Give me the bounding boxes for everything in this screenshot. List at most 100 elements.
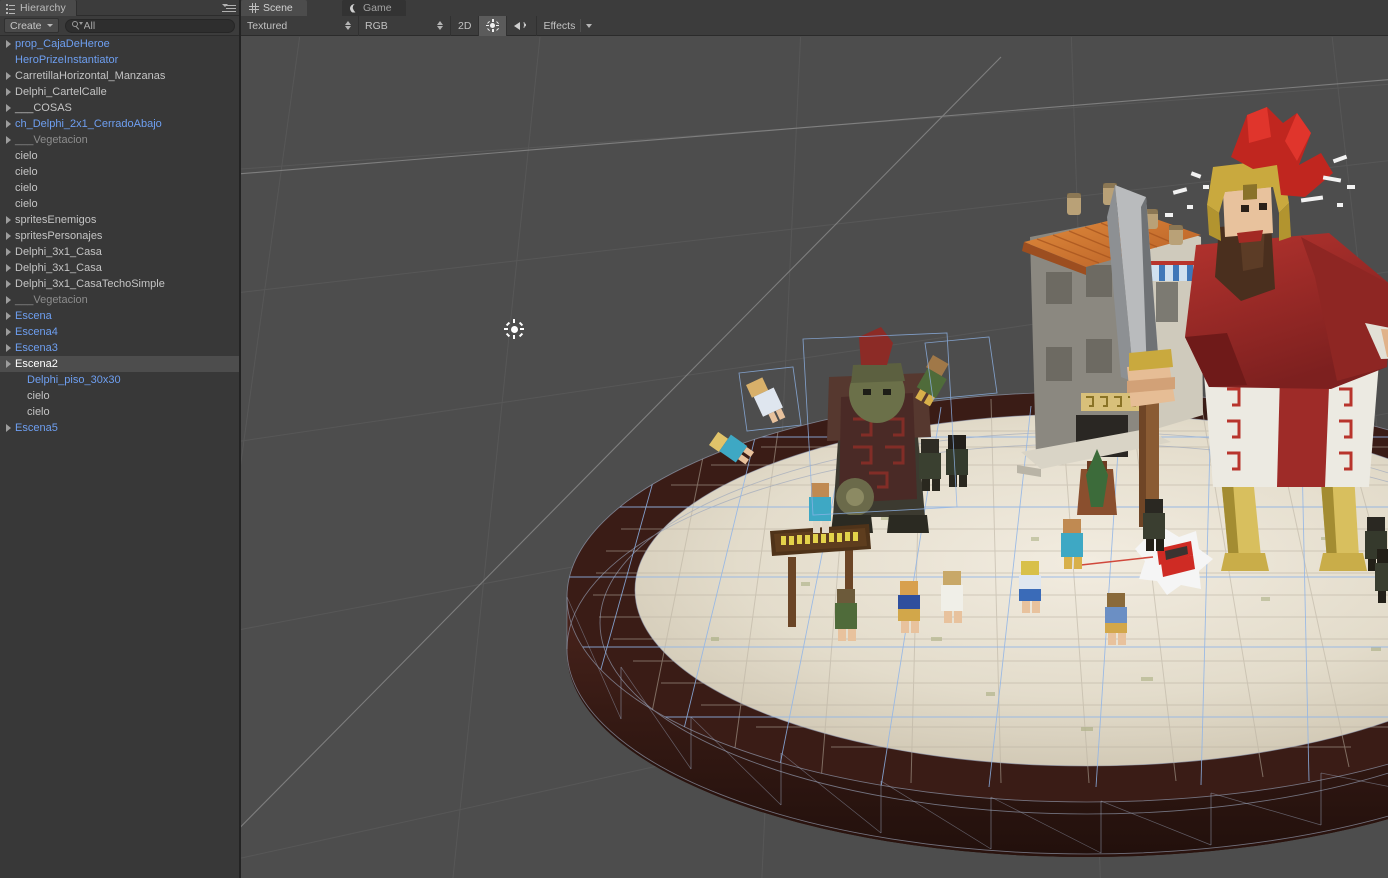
expand-arrow-icon[interactable] xyxy=(2,136,15,144)
hierarchy-item-label: Delphi_3x1_Casa xyxy=(15,246,102,258)
scene-canvas[interactable] xyxy=(241,37,1388,878)
expand-arrow-icon[interactable] xyxy=(2,248,15,256)
hierarchy-toolbar: Create xyxy=(0,16,239,36)
hierarchy-item-label: cielo xyxy=(15,198,38,210)
hierarchy-item[interactable]: cielo xyxy=(0,164,239,180)
character-sprite xyxy=(1143,499,1165,551)
hierarchy-item[interactable]: cielo xyxy=(0,388,239,404)
tab-scene[interactable]: Scene xyxy=(241,0,307,16)
scene-view-toolbar: Textured RGB 2D Effects xyxy=(241,15,1388,36)
hierarchy-item[interactable]: cielo xyxy=(0,180,239,196)
hierarchy-item-label: cielo xyxy=(27,390,50,402)
hierarchy-item-label: ch_Delphi_2x1_CerradoAbajo xyxy=(15,118,162,130)
expand-arrow-icon[interactable] xyxy=(2,232,15,240)
toolbar-divider xyxy=(580,19,582,32)
hierarchy-item[interactable]: Escena3 xyxy=(0,340,239,356)
expand-arrow-icon[interactable] xyxy=(2,88,15,96)
expand-arrow-icon[interactable] xyxy=(2,344,15,352)
hierarchy-item[interactable]: cielo xyxy=(0,404,239,420)
hierarchy-item[interactable]: spritesPersonajes xyxy=(0,228,239,244)
toggle-audio-button[interactable] xyxy=(507,15,538,36)
character-sprite xyxy=(919,439,941,491)
sun-icon xyxy=(486,19,500,32)
hierarchy-item[interactable]: prop_CajaDeHeroe xyxy=(0,36,239,52)
toggle-2d-button[interactable]: 2D xyxy=(451,15,480,36)
create-button-label: Create xyxy=(10,19,42,32)
hierarchy-item[interactable]: Delphi_CartelCalle xyxy=(0,84,239,100)
hierarchy-item[interactable]: ch_Delphi_2x1_CerradoAbajo xyxy=(0,116,239,132)
expand-arrow-icon[interactable] xyxy=(2,424,15,432)
color-mode-dropdown[interactable]: RGB xyxy=(359,15,451,36)
hierarchy-item[interactable]: ___Vegetacion xyxy=(0,292,239,308)
hierarchy-item[interactable]: Delphi_3x1_Casa xyxy=(0,260,239,276)
expand-arrow-icon[interactable] xyxy=(2,360,15,368)
tab-hierarchy[interactable]: Hierarchy xyxy=(0,0,77,16)
hierarchy-item[interactable]: Escena xyxy=(0,308,239,324)
hierarchy-item[interactable]: ___COSAS xyxy=(0,100,239,116)
expand-arrow-icon[interactable] xyxy=(2,296,15,304)
hierarchy-item[interactable]: ___Vegetacion xyxy=(0,132,239,148)
hierarchy-item-label: Escena2 xyxy=(15,358,58,370)
expand-arrow-icon[interactable] xyxy=(2,72,15,80)
expand-arrow-icon[interactable] xyxy=(2,280,15,288)
character-sprite xyxy=(835,589,857,641)
hierarchy-item-label: ___COSAS xyxy=(15,102,72,114)
hierarchy-item[interactable]: cielo xyxy=(0,196,239,212)
hierarchy-item[interactable]: Escena2 xyxy=(0,356,239,372)
updown-arrows-icon xyxy=(437,20,444,31)
toggle-lighting-button[interactable] xyxy=(479,15,508,36)
hierarchy-item-label: CarretillaHorizontal_Manzanas xyxy=(15,70,166,82)
chevron-down-icon xyxy=(586,23,593,28)
tab-game-label: Game xyxy=(363,2,392,14)
effects-label: Effects xyxy=(543,19,576,32)
hierarchy-item-label: spritesEnemigos xyxy=(15,214,97,226)
expand-arrow-icon[interactable] xyxy=(2,40,15,48)
expand-arrow-icon[interactable] xyxy=(2,120,15,128)
hierarchy-item-label: Escena4 xyxy=(15,326,58,338)
hierarchy-item[interactable]: cielo xyxy=(0,148,239,164)
hierarchy-tree[interactable]: prop_CajaDeHeroe HeroPrizeInstantiator Car… xyxy=(0,36,239,878)
game-moon-icon xyxy=(350,3,356,13)
scene-view-tabbar: Scene Game xyxy=(241,0,1388,16)
color-mode-label: RGB xyxy=(365,19,388,32)
search-input[interactable] xyxy=(83,19,228,32)
hierarchy-panel: Hierarchy Create prop_CajaDeHeroe HeroPri… xyxy=(0,0,241,878)
character-sprite xyxy=(898,581,920,633)
hierarchy-item[interactable]: Delphi_3x1_CasaTechoSimple xyxy=(0,276,239,292)
panel-options-icon[interactable] xyxy=(222,3,236,13)
tab-hierarchy-label: Hierarchy xyxy=(20,2,66,14)
character-sprite xyxy=(1105,593,1127,645)
hierarchy-item-label: cielo xyxy=(15,166,38,178)
chevron-down-icon xyxy=(46,24,53,27)
tab-game[interactable]: Game xyxy=(342,0,406,16)
expand-arrow-icon[interactable] xyxy=(2,264,15,272)
hierarchy-item[interactable]: Delphi_piso_30x30 xyxy=(0,372,239,388)
hierarchy-item[interactable]: Escena4 xyxy=(0,324,239,340)
hierarchy-tabbar: Hierarchy xyxy=(0,0,239,16)
hierarchy-item[interactable]: Delphi_3x1_Casa xyxy=(0,244,239,260)
hierarchy-item[interactable]: CarretillaHorizontal_Manzanas xyxy=(0,68,239,84)
character-sprite xyxy=(1019,561,1041,613)
expand-arrow-icon[interactable] xyxy=(2,328,15,336)
draw-mode-label: Textured xyxy=(247,19,288,32)
directional-light-icon[interactable] xyxy=(504,319,524,339)
expand-arrow-icon[interactable] xyxy=(2,216,15,224)
hierarchy-item[interactable]: spritesEnemigos xyxy=(0,212,239,228)
speaker-icon xyxy=(514,20,529,31)
tab-scene-label: Scene xyxy=(263,2,293,14)
hierarchy-search-field[interactable] xyxy=(64,18,235,33)
create-button[interactable]: Create xyxy=(4,18,59,33)
hierarchy-list-icon xyxy=(6,3,16,14)
expand-arrow-icon[interactable] xyxy=(2,104,15,112)
expand-arrow-icon[interactable] xyxy=(2,312,15,320)
effects-dropdown[interactable]: Effects xyxy=(537,16,598,36)
hierarchy-item-label: ___Vegetacion xyxy=(15,294,88,306)
character-sprite xyxy=(1061,519,1083,569)
hierarchy-item-label: Delphi_piso_30x30 xyxy=(27,374,121,386)
hierarchy-item-label: Delphi_3x1_CasaTechoSimple xyxy=(15,278,165,290)
hierarchy-item-label: cielo xyxy=(27,406,50,418)
hierarchy-item[interactable]: Escena5 xyxy=(0,420,239,436)
hierarchy-item-label: ___Vegetacion xyxy=(15,134,88,146)
draw-mode-dropdown[interactable]: Textured xyxy=(241,15,359,36)
hierarchy-item[interactable]: HeroPrizeInstantiator xyxy=(0,52,239,68)
